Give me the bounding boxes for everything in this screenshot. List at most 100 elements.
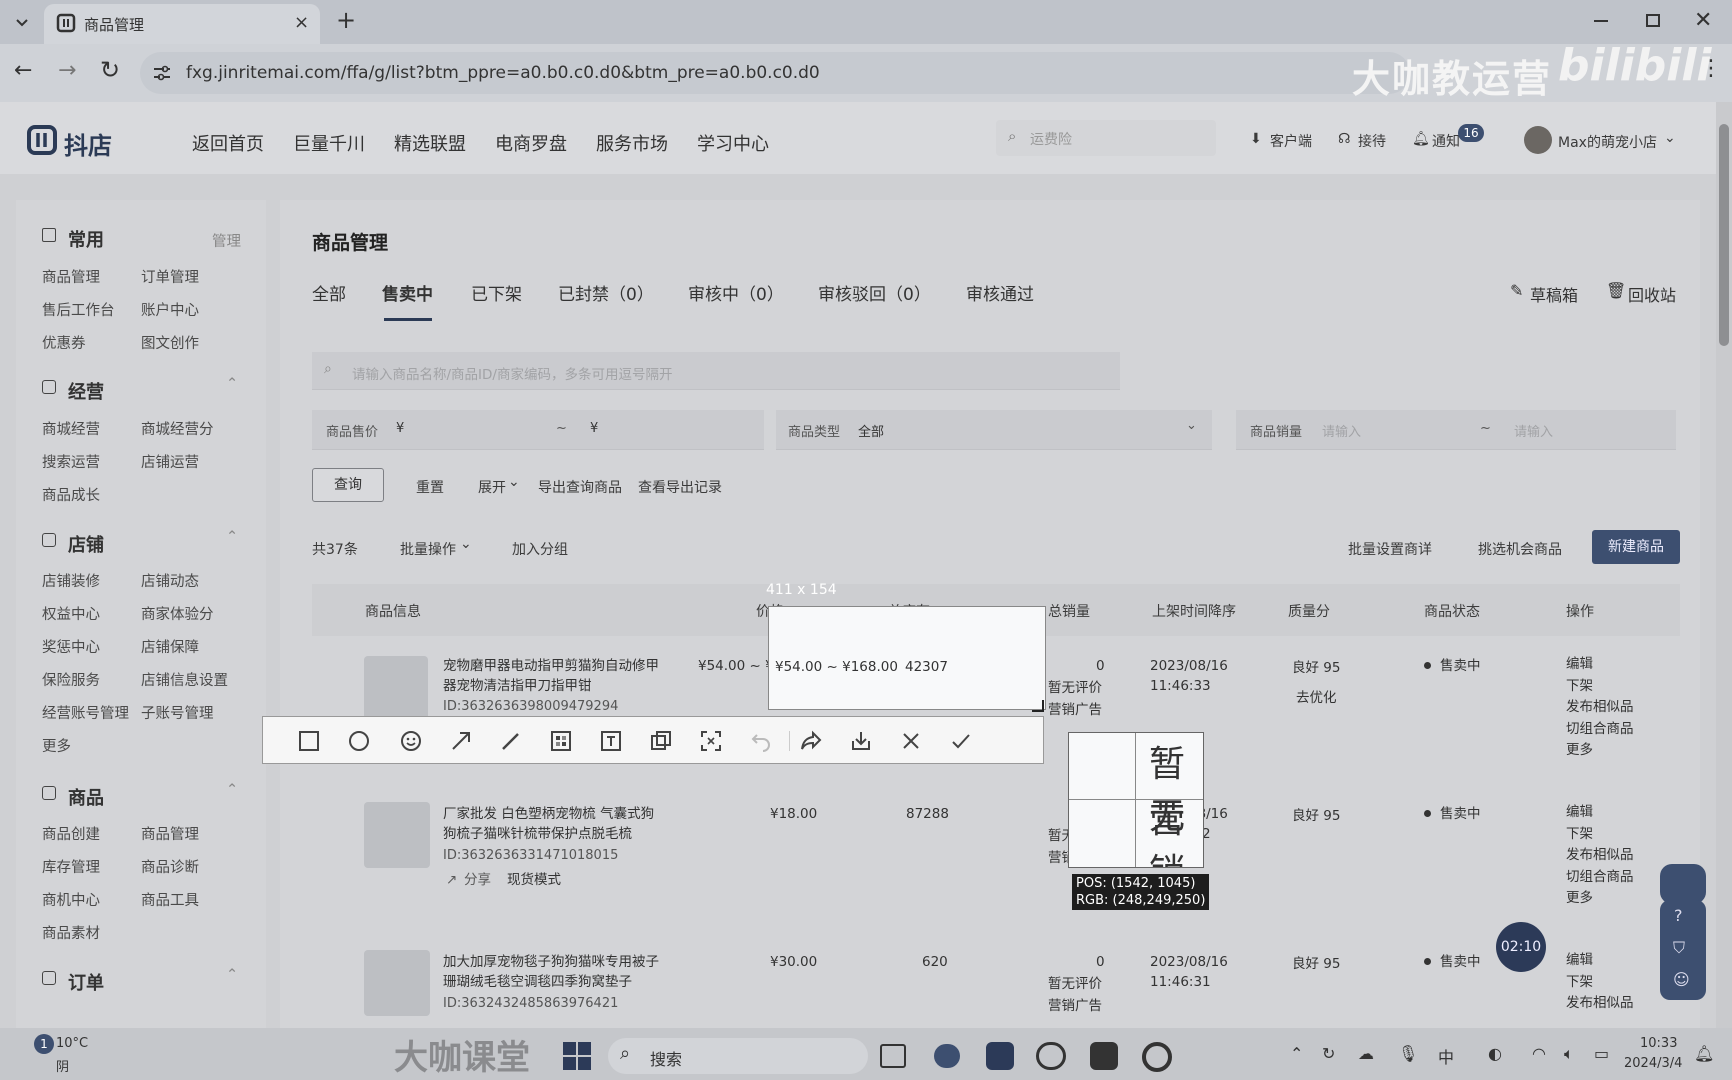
product-title[interactable]: 厂家批发 白色塑柄宠物梳 气囊式狗狗梳子猫咪针梳带保护点脱毛梳 — [443, 804, 665, 844]
reload-icon[interactable]: ↻ — [100, 56, 120, 84]
product-title[interactable]: 加大加厚宠物毯子狗狗猫咪专用被子珊瑚绒毛毯空调毯四季狗窝垫子 — [443, 952, 665, 992]
product-title[interactable]: 宠物磨甲器电动指甲剪猫狗自动修甲器宠物清洁指甲刀指甲钳 — [443, 656, 665, 696]
sidebar-item-more[interactable]: 更多 — [42, 735, 71, 756]
help-icon[interactable]: ? — [1674, 906, 1683, 925]
sidebar-item-biz-account[interactable]: 经营账号管理 — [42, 702, 129, 723]
taskbar-search[interactable]: ⌕ 搜索 — [608, 1038, 868, 1074]
collapse-shop-icon[interactable]: ⌃ — [226, 529, 238, 545]
publish-similar-link[interactable]: 发布相似品 — [1566, 993, 1634, 1015]
ime-indicator[interactable]: 中 — [1438, 1044, 1454, 1068]
sidebar-item-coupon[interactable]: 优惠券 — [42, 332, 86, 353]
browser-menu-icon[interactable]: ⋮ — [1700, 56, 1722, 81]
sidebar-manage-link[interactable]: 管理 — [212, 230, 241, 251]
reset-button[interactable]: 重置 — [416, 477, 444, 497]
minimize-icon[interactable] — [1594, 20, 1608, 22]
sidebar-item-goods-manage2[interactable]: 商品管理 — [141, 823, 199, 844]
optimize-link[interactable]: 去优化 — [1296, 688, 1337, 708]
cancel-icon[interactable] — [899, 729, 923, 753]
wifi-icon[interactable]: ◠ — [1532, 1044, 1546, 1063]
edit-link[interactable]: 编辑 — [1566, 802, 1634, 824]
sales-max-field[interactable]: 请输入 — [1514, 421, 1553, 440]
volume-icon[interactable]: 🔈︎ — [1564, 1044, 1574, 1064]
tray-chevron-icon[interactable]: ⌃ — [1290, 1044, 1303, 1063]
col-sales[interactable]: 总销量 — [1048, 601, 1090, 621]
col-quality[interactable]: 质量分 — [1288, 601, 1330, 621]
sidebar-item-decor[interactable]: 店铺装修 — [42, 570, 100, 591]
sidebar-item-account[interactable]: 账户中心 — [141, 299, 199, 320]
sidebar-item-rights[interactable]: 权益中心 — [42, 603, 100, 624]
tab-banned[interactable]: 已封禁（0） — [558, 280, 654, 305]
sidebar-item-insurance[interactable]: 保险服务 — [42, 669, 100, 690]
emoji-tool-icon[interactable] — [399, 729, 423, 753]
combo-link[interactable]: 切组合商品 — [1566, 867, 1634, 889]
tab-offshelf[interactable]: 已下架 — [471, 280, 522, 305]
sidebar-item-material[interactable]: 商品素材 — [42, 922, 100, 943]
mosaic-tool-icon[interactable] — [549, 729, 573, 753]
combo-link[interactable]: 切组合商品 — [1566, 719, 1634, 741]
nav-compass[interactable]: 电商罗盘 — [495, 130, 567, 156]
new-tab-icon[interactable]: + — [336, 6, 356, 34]
nav-alliance[interactable]: 精选联盟 — [394, 130, 466, 156]
product-thumbnail[interactable] — [364, 656, 428, 720]
ad-link[interactable]: 营销广告 — [1048, 700, 1102, 720]
sales-min-field[interactable]: 请输入 — [1322, 421, 1361, 440]
price-max-field[interactable]: ¥ — [590, 421, 598, 436]
drafts-link[interactable]: 草稿箱 — [1530, 282, 1578, 306]
sidebar-item-shop-info[interactable]: 店铺信息设置 — [141, 669, 228, 690]
tab-approved[interactable]: 审核通过 — [966, 280, 1034, 305]
sidebar-item-exp-score[interactable]: 商家体验分 — [141, 603, 214, 624]
sidebar-item-mall-score[interactable]: 商城经营分 — [141, 418, 214, 439]
tray-app-icon[interactable]: ◐ — [1488, 1044, 1502, 1063]
tray-cloud-icon[interactable]: ☁ — [1358, 1044, 1374, 1063]
sidebar-item-goods-growth[interactable]: 商品成长 — [42, 484, 100, 505]
sidebar-item-stock[interactable]: 库存管理 — [42, 856, 100, 877]
pick-goods-button[interactable]: 挑选机会商品 — [1478, 539, 1562, 559]
publish-similar-link[interactable]: 发布相似品 — [1566, 845, 1634, 867]
shop-name[interactable]: Max的萌宠小店 — [1558, 132, 1657, 152]
text-tool-icon[interactable] — [599, 729, 623, 753]
export-button[interactable]: 导出查询商品 — [538, 477, 622, 497]
pen-tool-icon[interactable] — [499, 729, 523, 753]
offshelf-link[interactable]: 下架 — [1566, 824, 1634, 846]
tray-sync-icon[interactable]: ↻ — [1322, 1044, 1335, 1063]
product-thumbnail[interactable] — [364, 950, 430, 1016]
expand-button[interactable]: 展开 — [478, 477, 506, 497]
feishu-app-icon[interactable] — [986, 1042, 1014, 1070]
url-field[interactable]: fxg.jinritemai.com/ffa/g/list?btm_ppre=a… — [140, 52, 1410, 94]
tab-selling[interactable]: 售卖中 — [382, 280, 433, 305]
tab-rejected[interactable]: 审核驳回（0） — [818, 280, 931, 305]
windows-start-icon[interactable] — [563, 1042, 591, 1070]
browser-tab[interactable]: 商品管理 × — [44, 4, 320, 44]
batch-ops-button[interactable]: 批量操作 — [400, 539, 456, 559]
share-icon[interactable] — [799, 729, 823, 753]
header-search-input[interactable]: ⌕ 运费险 — [996, 120, 1216, 156]
rectangle-tool-icon[interactable] — [297, 729, 321, 753]
col-listed-time[interactable]: 上架时间降序 — [1152, 601, 1236, 621]
edit-link[interactable]: 编辑 — [1566, 950, 1634, 972]
resize-handle-icon[interactable] — [1032, 700, 1044, 712]
window-close-icon[interactable]: ✕ — [1694, 8, 1712, 33]
pin-tool-icon[interactable] — [649, 729, 673, 753]
batch-detail-button[interactable]: 批量设置商详 — [1348, 539, 1432, 559]
price-min-field[interactable]: ¥ — [396, 421, 404, 436]
sidebar-item-reward[interactable]: 奖惩中心 — [42, 636, 100, 657]
collapse-goods-icon[interactable]: ⌃ — [226, 782, 238, 798]
collapse-ops-icon[interactable]: ⌃ — [226, 376, 238, 392]
tab-reviewing[interactable]: 审核中（0） — [688, 280, 784, 305]
ocr-tool-icon[interactable] — [699, 729, 723, 753]
more-link[interactable]: 更多 — [1566, 888, 1634, 910]
clock-date[interactable]: 2024/3/4 — [1624, 1056, 1682, 1071]
sidebar-item-goods-create[interactable]: 商品创建 — [42, 823, 100, 844]
sidebar-item-guarantee[interactable]: 店铺保障 — [141, 636, 199, 657]
reception-link[interactable]: 接待 — [1358, 131, 1386, 151]
scrollbar-thumb[interactable] — [1719, 124, 1729, 346]
publish-similar-link[interactable]: 发布相似品 — [1566, 697, 1634, 719]
sidebar-item-aftersale[interactable]: 售后工作台 — [42, 299, 115, 320]
share-link[interactable]: 分享 — [464, 870, 491, 890]
file-explorer-icon[interactable] — [880, 1044, 906, 1068]
collapse-order-icon[interactable]: ⌃ — [226, 967, 238, 983]
battery-icon[interactable]: ▭ — [1594, 1044, 1609, 1063]
tray-mic-icon[interactable]: 🎙︎ — [1398, 1044, 1418, 1063]
sidebar-item-goods-manage[interactable]: 商品管理 — [42, 266, 100, 287]
client-link[interactable]: 客户端 — [1270, 131, 1312, 151]
